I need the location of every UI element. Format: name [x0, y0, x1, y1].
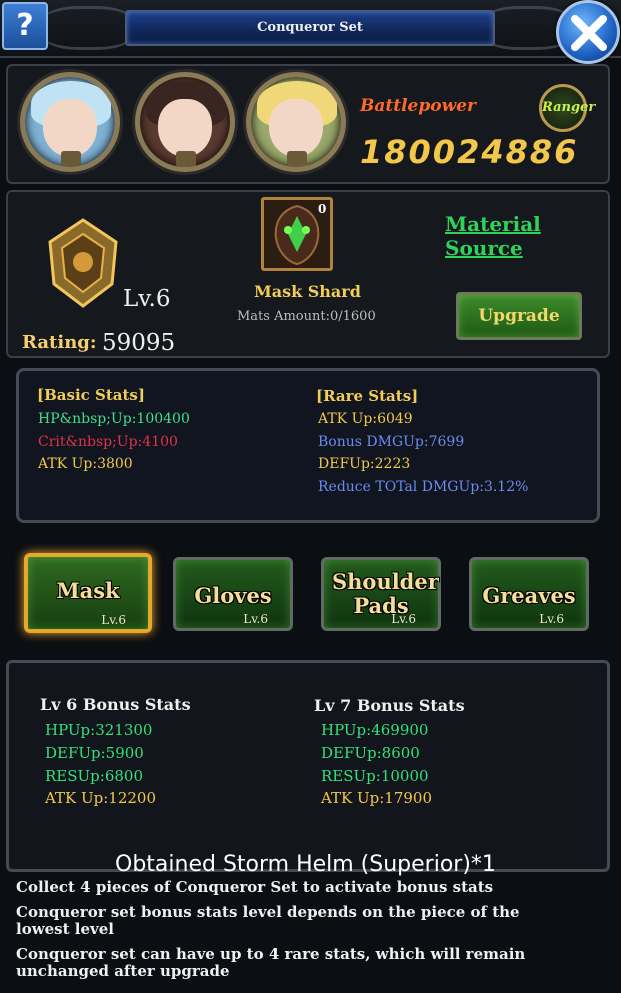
note-line: Collect 4 pieces of Conqueror Set to act… — [16, 878, 494, 896]
next-bonus-line: ATK Up:17900 — [321, 789, 433, 807]
current-bonus-title: Lv 6 Bonus Stats — [40, 695, 191, 714]
set-level: Lv.6 — [123, 286, 171, 312]
basic-stat-line: ATK Up:3800 — [38, 456, 133, 472]
hero-portrait-3[interactable] — [246, 72, 346, 172]
class-badge: Ranger — [539, 84, 595, 132]
piece-tab-mask[interactable]: Mask Lv.6 — [24, 553, 152, 633]
rare-stat-line: DEFUp:2223 — [318, 456, 411, 472]
note-line: Conqueror set bonus stats level depends … — [16, 903, 520, 938]
current-bonus-line: DEFUp:5900 — [45, 744, 144, 762]
hero-portrait-1[interactable] — [20, 72, 120, 172]
piece-tab-label: Greaves — [482, 583, 576, 608]
upgrade-button[interactable]: Upgrade — [456, 292, 582, 340]
current-bonus-line: RESUp:6800 — [45, 767, 143, 785]
next-bonus-line: HPUp:469900 — [321, 721, 429, 739]
basic-stat-line: Crit&nbsp;Up:4100 — [38, 434, 178, 450]
close-icon — [571, 15, 607, 51]
basic-stat-line: HP&nbsp;Up:100400 — [38, 411, 190, 427]
note-line: Conqueror set can have up to 4 rare stat… — [16, 945, 526, 980]
piece-tab-level: Lv.6 — [391, 612, 416, 626]
help-button[interactable]: ? — [2, 2, 48, 50]
mats-amount: Mats Amount:0/1600 — [237, 309, 376, 324]
piece-tab-shoulder-pads[interactable]: Shoulder Pads Lv.6 — [321, 557, 441, 631]
hero-portrait-2[interactable] — [135, 72, 235, 172]
set-emblem-icon — [48, 218, 118, 308]
material-source-link[interactable]: Material Source — [445, 212, 621, 260]
rare-stat-line: Reduce TOTal DMGUp:3.12% — [318, 479, 529, 495]
piece-tab-gloves[interactable]: Gloves Lv.6 — [173, 557, 293, 631]
next-bonus-line: RESUp:10000 — [321, 767, 429, 785]
rare-stat-line: ATK Up:6049 — [318, 411, 413, 427]
rare-stats-title: [Rare Stats] — [316, 387, 419, 405]
window-title: Conqueror Set — [125, 10, 495, 46]
rating-label: Rating: — [22, 332, 97, 353]
piece-tab-label: Mask — [56, 578, 120, 603]
battlepower-value: 180024886 — [360, 133, 579, 171]
item-name: Mask Shard — [254, 282, 361, 301]
rare-stat-line: Bonus DMGUp:7699 — [318, 434, 465, 450]
piece-tab-level: Lv.6 — [101, 613, 126, 627]
current-bonus-line: ATK Up:12200 — [45, 789, 157, 807]
piece-tab-greaves[interactable]: Greaves Lv.6 — [469, 557, 589, 631]
next-bonus-line: DEFUp:8600 — [321, 744, 420, 762]
basic-stats-title: [Basic Stats] — [37, 386, 145, 404]
obtained-toast: Obtained Storm Helm (Superior)*1 — [115, 852, 496, 877]
current-bonus-line: HPUp:321300 — [45, 721, 153, 739]
piece-tab-level: Lv.6 — [243, 612, 268, 626]
next-bonus-title: Lv 7 Bonus Stats — [314, 696, 465, 715]
battlepower-label: Battlepower — [360, 96, 476, 116]
rating-value: 59095 — [102, 330, 176, 356]
piece-tab-label: Shoulder Pads — [332, 569, 439, 618]
close-button[interactable] — [556, 0, 620, 64]
piece-tab-level: Lv.6 — [539, 612, 564, 626]
left-ornament — [40, 6, 135, 50]
piece-tab-label: Gloves — [194, 583, 272, 608]
item-count: 0 — [318, 202, 327, 216]
bonus-stats-panel — [6, 660, 610, 872]
